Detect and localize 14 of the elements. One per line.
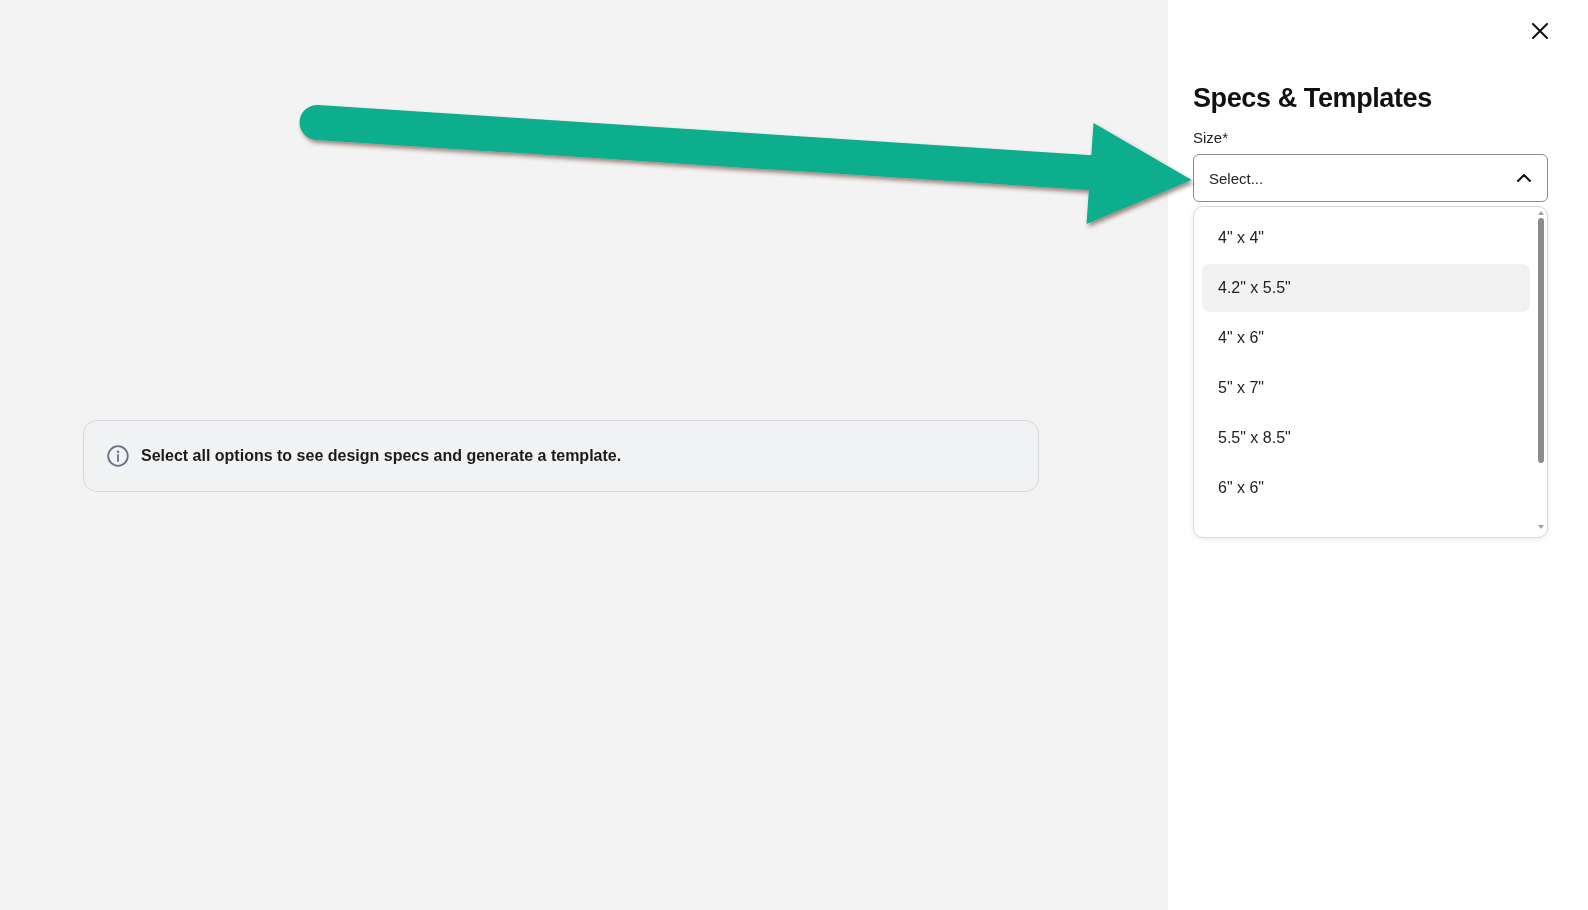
info-icon: [107, 445, 129, 467]
chevron-up-icon: [1517, 174, 1531, 182]
panel-title: Specs & Templates: [1193, 82, 1432, 115]
dropdown-option[interactable]: 4" x 6": [1202, 314, 1530, 362]
dropdown-option[interactable]: 5.5" x 8.5": [1202, 414, 1530, 462]
dropdown-option[interactable]: 6" x 6": [1202, 464, 1530, 512]
dropdown-option[interactable]: 4" x 4": [1202, 214, 1530, 262]
size-select[interactable]: Select...: [1193, 154, 1548, 202]
close-icon: [1532, 23, 1548, 39]
dropdown-option[interactable]: 4.2" x 5.5": [1202, 264, 1530, 312]
dropdown-option[interactable]: 5" x 7": [1202, 364, 1530, 412]
notice-text: Select all options to see design specs and generate a template.: [141, 447, 622, 465]
field-label: Size*: [1193, 128, 1229, 148]
select-placeholder: Select...: [1209, 169, 1264, 187]
